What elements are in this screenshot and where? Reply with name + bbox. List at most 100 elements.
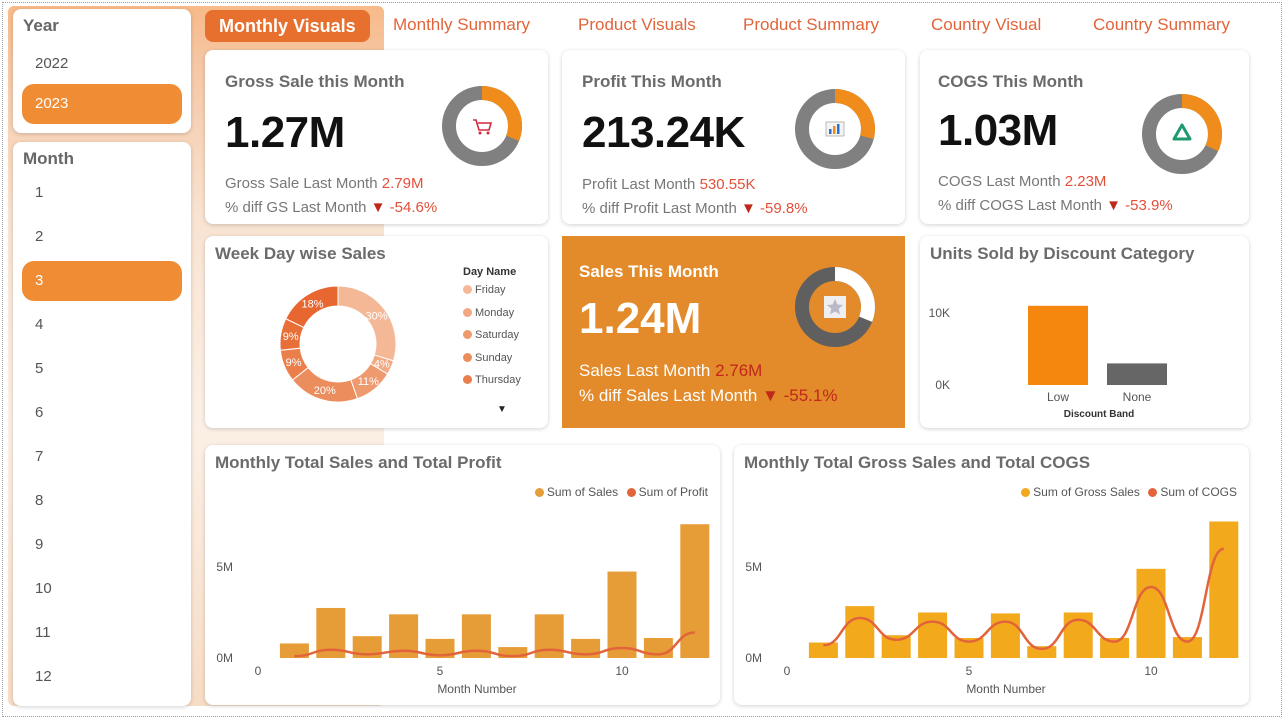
bar-month-6[interactable]	[990, 613, 1020, 658]
y-tick-label: 5M	[216, 560, 233, 574]
discount-bar-none[interactable]	[1107, 363, 1167, 385]
sales-last-value: 2.76M	[715, 361, 763, 380]
weekday-legend-item[interactable]: Thursday	[463, 374, 521, 397]
profit-diff-label: % diff Profit Last Month	[582, 200, 737, 217]
sales-last-month: Sales Last Month 2.76M	[579, 361, 762, 381]
gross-sale-value: 1.27M	[225, 108, 345, 157]
gross-sale-title: Gross Sale this Month	[225, 72, 405, 91]
cogs-diff-label: % diff COGS Last Month	[938, 197, 1102, 214]
month-option-7[interactable]: 7	[22, 437, 182, 477]
month-option-12[interactable]: 12	[22, 657, 182, 697]
month-option-8[interactable]: 8	[22, 481, 182, 521]
bar-month-10[interactable]	[1136, 568, 1166, 658]
tab-monthly-summary[interactable]: Monthly Summary	[393, 8, 530, 42]
weekday-legend-label: Friday	[475, 284, 506, 296]
weekday-slice-label: 30%	[366, 310, 388, 322]
weekday-slice-label: 18%	[301, 298, 323, 310]
month-option-4[interactable]: 4	[22, 305, 182, 345]
down-arrow-icon: ▼	[762, 386, 779, 405]
bar-month-4[interactable]	[918, 612, 948, 659]
weekday-legend-label: Sunday	[475, 351, 513, 364]
gross-cogs-chart-card: Monthly Total Gross Sales and Total COGS…	[734, 445, 1249, 705]
month-option-11[interactable]: 11	[22, 613, 182, 653]
x-tick-label: None	[1123, 390, 1152, 404]
gross-last-month: Gross Sale Last Month 2.79M	[225, 175, 423, 192]
x-axis-title: Discount Band	[1064, 409, 1135, 420]
bar-month-10[interactable]	[607, 571, 637, 658]
sales-profit-chart-card: Monthly Total Sales and Total Profit Sum…	[205, 445, 720, 705]
cogs-last-label: COGS Last Month	[938, 173, 1061, 190]
y-tick-label: 10K	[929, 306, 950, 320]
bar-month-12[interactable]	[1209, 521, 1239, 659]
bar-month-12[interactable]	[680, 524, 710, 658]
bar-month-2[interactable]	[845, 606, 875, 658]
x-tick-label: 0	[255, 664, 262, 678]
profit-last-month: Profit Last Month 530.55K	[582, 176, 755, 193]
gross-donut	[442, 86, 522, 166]
month-option-1[interactable]: 1	[22, 173, 182, 213]
gross-cogs-combo-chart: 5M 0M 0 5 10 Month Number	[745, 521, 1239, 696]
profit-value: 213.24K	[582, 108, 745, 157]
month-option-9[interactable]: 9	[22, 525, 182, 565]
weekday-legend-label: Monday	[475, 306, 515, 319]
cogs-donut	[1142, 94, 1222, 174]
y-tick-label: 0M	[745, 651, 762, 665]
month-option-6[interactable]: 6	[22, 393, 182, 433]
y-tick-label: 0K	[935, 378, 950, 392]
profit-title: Profit This Month	[582, 72, 722, 91]
cogs-diff-value: -53.9%	[1125, 197, 1173, 214]
x-tick-label: 10	[1144, 664, 1158, 678]
tab-country-summary[interactable]: Country Summary	[1093, 8, 1230, 42]
weekday-legend-item[interactable]: Friday	[463, 284, 521, 307]
y-tick-label: 0M	[216, 651, 233, 665]
x-axis-title: Month Number	[966, 682, 1045, 696]
sales-this-month-card: Sales This Month 1.24M Sales Last Month …	[562, 236, 905, 428]
gross-last-label: Gross Sale Last Month	[225, 175, 378, 192]
weekday-legend-item[interactable]: Monday	[463, 307, 521, 330]
month-option-3[interactable]: 3	[22, 261, 182, 301]
down-arrow-icon: ▼	[370, 199, 386, 216]
weekday-legend-title: Day Name	[463, 266, 517, 278]
legend-swatch	[463, 307, 472, 317]
year-option-2023[interactable]: 2023	[22, 84, 182, 124]
cogs-title: COGS This Month	[938, 72, 1084, 91]
tab-monthly-visuals[interactable]: Monthly Visuals	[205, 10, 370, 42]
weekday-donut-chart: 30%4%11%20%9%9%18%	[279, 285, 397, 403]
tab-product-visuals[interactable]: Product Visuals	[578, 8, 696, 42]
x-tick-label: 5	[966, 664, 973, 678]
profit-last-value: 530.55K	[699, 176, 756, 193]
month-option-5[interactable]: 5	[22, 349, 182, 389]
year-slicer: Year 2022 2023	[13, 9, 191, 133]
weekday-legend-item[interactable]: Sunday	[463, 352, 521, 375]
weekday-legend-label: Thursday	[475, 374, 521, 386]
weekday-slice-label: 11%	[358, 376, 379, 388]
gross-diff-value: -54.6%	[389, 199, 438, 216]
tab-country-visual[interactable]: Country Visual	[931, 8, 1041, 42]
month-option-10[interactable]: 10	[22, 569, 182, 609]
x-tick-label: Low	[1047, 390, 1069, 404]
sales-last-label: Sales Last Month	[579, 361, 711, 380]
weekday-slice-label: 9%	[283, 331, 299, 343]
weekday-legend-item[interactable]: Saturday	[463, 329, 521, 352]
profit-diff-value: -59.8%	[760, 200, 808, 217]
gross-diff-label: % diff GS Last Month	[225, 199, 367, 216]
profit-last-label: Profit Last Month	[582, 176, 696, 193]
bar-month-11[interactable]	[1172, 637, 1202, 658]
x-axis-title: Month Number	[437, 682, 516, 696]
x-tick-label: 0	[784, 664, 791, 678]
month-option-2[interactable]: 2	[22, 217, 182, 257]
star-icon	[824, 296, 846, 318]
shopping-cart-icon	[473, 119, 493, 135]
discount-category-card: Units Sold by Discount Category 10K 0K Low…	[920, 236, 1249, 428]
year-option-2022[interactable]: 2022	[22, 44, 182, 84]
profit-card: Profit This Month 213.24K Profit Last Mo…	[562, 50, 905, 224]
legend-scroll-down-icon[interactable]: ▼	[497, 404, 507, 415]
down-arrow-icon: ▼	[740, 200, 756, 217]
discount-bar-low[interactable]	[1028, 305, 1088, 385]
weekday-legend: Day Name Friday Monday Saturday Sunday Thurs…	[463, 266, 521, 397]
weekday-slice-friday[interactable]	[337, 285, 397, 362]
profit-donut	[795, 89, 875, 169]
weekday-slice-label: 9%	[286, 357, 302, 369]
sales-diff-value: -55.1%	[783, 386, 838, 405]
tab-product-summary[interactable]: Product Summary	[743, 8, 879, 42]
